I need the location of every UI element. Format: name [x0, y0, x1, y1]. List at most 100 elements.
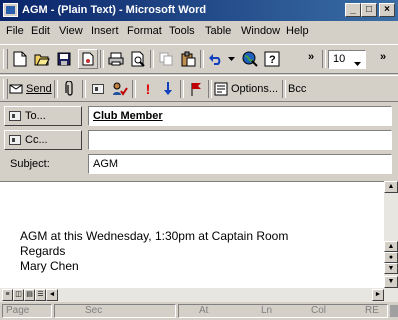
status-ln: Ln [261, 305, 273, 316]
subject-field[interactable]: AGM [88, 154, 392, 174]
menu-help[interactable]: Help [286, 25, 309, 37]
next-page-icon[interactable]: ▼ [384, 263, 398, 274]
permission-icon[interactable] [78, 49, 98, 69]
toolbar-grip[interactable] [3, 79, 8, 99]
menu-insert[interactable]: Insert [91, 25, 119, 37]
toolbar-separator [282, 80, 286, 98]
toolbar2-overflow-icon[interactable]: » [380, 51, 386, 63]
toolbar-separator [200, 50, 204, 68]
check-names-icon[interactable] [110, 79, 130, 99]
maximize-button[interactable]: □ [361, 3, 377, 17]
status-section: Sec [54, 304, 176, 318]
print-preview-icon[interactable] [128, 49, 148, 69]
print-layout-icon[interactable]: ▤ [24, 289, 35, 301]
address-book-icon[interactable] [88, 79, 108, 99]
copy-icon[interactable] [156, 49, 176, 69]
menu-edit-label: Edit [31, 25, 50, 37]
to-button[interactable]: To... [4, 106, 82, 126]
status-position: At Ln Col RE [178, 304, 388, 318]
undo-dropdown-icon[interactable] [226, 49, 236, 69]
toolbar-separator [208, 80, 212, 98]
importance-low-icon[interactable] [158, 79, 178, 99]
cc-label: Cc... [25, 134, 48, 146]
toolbar-separator [180, 80, 184, 98]
menu-tools-label: Tools [169, 25, 195, 37]
menu-table-label: Table [205, 25, 232, 37]
spelling-status-icon[interactable] [390, 305, 398, 317]
font-size-select[interactable]: 10 [328, 50, 366, 69]
toolbar-grip[interactable] [3, 49, 8, 69]
body-line: AGM at this Wednesday, 1:30pm at Captain… [20, 229, 289, 243]
menu-format[interactable]: Format [127, 25, 162, 37]
scroll-down-icon[interactable]: ▼ [384, 276, 398, 288]
menu-view[interactable]: View [59, 25, 83, 37]
menu-help-label: Help [286, 25, 309, 37]
body-line: Mary Chen [20, 259, 79, 273]
new-document-icon[interactable] [10, 49, 30, 69]
menu-table[interactable]: Table [205, 25, 231, 37]
word-app-icon[interactable] [3, 3, 18, 17]
minimize-button[interactable]: _ [345, 3, 361, 17]
importance-high-icon[interactable]: ! [138, 79, 158, 99]
toolbar-separator [322, 50, 326, 68]
scroll-left-icon[interactable]: ◄ [46, 289, 58, 301]
subject-label: Subject: [10, 158, 50, 170]
address-book-icon [9, 111, 21, 121]
print-icon[interactable] [106, 49, 126, 69]
menu-view-label: View [59, 25, 83, 37]
normal-view-icon[interactable]: ≡ [2, 289, 13, 301]
send-envelope-icon [9, 84, 23, 93]
close-button[interactable]: × [379, 3, 395, 17]
paste-icon[interactable] [178, 49, 198, 69]
web-layout-icon[interactable]: ◫ [13, 289, 24, 301]
menu-format-label: Format [127, 25, 162, 37]
menu-window[interactable]: Window [241, 25, 280, 37]
bcc-label: Bcc [288, 82, 307, 95]
message-body[interactable]: AGM at this Wednesday, 1:30pm at Captain… [0, 181, 384, 288]
status-rec: RE [365, 305, 379, 316]
standard-toolbar: ? » 10 » [0, 44, 398, 74]
help-icon[interactable]: ? [262, 49, 282, 69]
message-text: AGM at this Wednesday, 1:30pm at Captain… [20, 229, 288, 274]
status-page: Page [2, 304, 52, 318]
address-book-icon [9, 135, 21, 145]
bcc-button[interactable]: Bcc [288, 79, 306, 98]
menu-file[interactable]: File [6, 25, 24, 37]
undo-icon[interactable] [206, 49, 226, 69]
attach-paperclip-icon[interactable] [60, 79, 80, 99]
cc-field[interactable] [88, 130, 392, 150]
status-col: Col [311, 305, 327, 316]
toolbar-separator [82, 80, 86, 98]
menu-file-label: File [6, 25, 24, 37]
menu-insert-label: Insert [91, 25, 119, 37]
body-line: Regards [20, 244, 66, 258]
outline-view-icon[interactable]: ☰ [35, 289, 46, 301]
options-label: Options... [231, 82, 279, 95]
cc-button[interactable]: Cc... [4, 130, 82, 150]
insert-hyperlink-icon[interactable] [240, 49, 260, 69]
toolbar-separator [54, 80, 58, 98]
save-disk-icon[interactable] [54, 49, 74, 69]
title-bar[interactable]: AGM - (Plain Text) - Microsoft Word _ □ … [0, 0, 398, 21]
options-button[interactable]: Options... [214, 79, 278, 98]
horizontal-scrollbar[interactable]: ≡ ◫ ▤ ☰ ◄ ► [0, 288, 398, 302]
toolbar-separator [100, 50, 104, 68]
prev-page-icon[interactable]: ▲ [384, 241, 398, 252]
svg-text:?: ? [269, 54, 276, 66]
follow-up-flag-icon[interactable] [186, 79, 206, 99]
window-title: AGM - (Plain Text) - Microsoft Word [22, 4, 207, 16]
send-button[interactable]: Send [9, 79, 52, 98]
toolbar-separator [150, 50, 154, 68]
status-at: At [199, 305, 209, 316]
select-browse-object-icon[interactable]: ● [384, 252, 398, 263]
to-field[interactable]: Club Member [88, 106, 392, 126]
toolbar-overflow-icon[interactable]: » [308, 51, 314, 63]
scroll-right-icon[interactable]: ► [372, 289, 384, 301]
scroll-up-icon[interactable]: ▲ [384, 181, 398, 193]
menu-tools[interactable]: Tools [169, 25, 195, 37]
menu-window-label: Window [241, 25, 281, 37]
font-size-dropdown-icon[interactable] [354, 57, 361, 69]
vertical-scrollbar[interactable]: ▲ ▲ ● ▼ ▼ [384, 181, 398, 288]
menu-edit[interactable]: Edit [31, 25, 50, 37]
open-folder-icon[interactable] [32, 49, 52, 69]
